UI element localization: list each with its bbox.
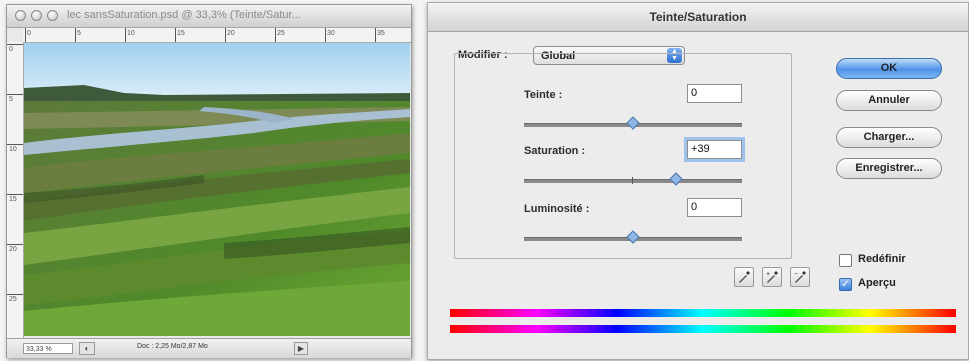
ruler-tick: 25 [275, 28, 285, 42]
lightness-label: Luminosité : [524, 203, 590, 215]
ruler-tick: 20 [225, 28, 235, 42]
lightness-slider[interactable] [524, 230, 742, 244]
lightness-slider-thumb[interactable] [626, 230, 640, 244]
close-window-button[interactable] [15, 10, 26, 21]
ruler-vertical[interactable]: 0 5 10 15 20 25 [7, 42, 24, 338]
ruler-tick: 10 [7, 144, 23, 153]
saturation-slider-thumb[interactable] [668, 172, 683, 186]
colorize-label: Redéfinir [858, 253, 906, 265]
lightness-input[interactable]: 0 [687, 198, 742, 217]
dialog-title: Teinte/Saturation [649, 10, 747, 24]
image-canvas[interactable] [24, 43, 410, 336]
document-window: lec sansSaturation.psd @ 33,3% (Teinte/S… [6, 4, 412, 358]
hue-saturation-dialog: Teinte/Saturation Modifier : Global ▲ ▼ T… [427, 2, 969, 360]
hue-slider[interactable] [524, 116, 742, 130]
eyedropper-icon[interactable] [734, 267, 754, 287]
preview-checkbox[interactable]: ✓ [839, 278, 852, 291]
dialog-titlebar[interactable]: Teinte/Saturation [428, 3, 968, 32]
ruler-tick: 5 [7, 94, 23, 103]
ruler-tick: 15 [7, 194, 23, 203]
svg-text:−: − [794, 271, 798, 278]
output-color-spectrum [450, 325, 956, 333]
slider-center-tick [632, 177, 633, 184]
status-menu-icon[interactable]: ◐ [79, 342, 95, 355]
ruler-horizontal[interactable]: 0 5 10 15 20 25 30 35 [23, 28, 411, 43]
saturation-label: Saturation : [524, 145, 586, 157]
zoom-window-button[interactable] [47, 10, 58, 21]
hue-slider-thumb[interactable] [626, 116, 640, 130]
ruler-tick: 10 [125, 28, 135, 42]
ruler-tick: 30 [325, 28, 335, 42]
saturation-slider[interactable] [524, 172, 742, 186]
ruler-tick: 15 [175, 28, 185, 42]
ruler-tick: 20 [7, 244, 23, 253]
save-button[interactable]: Enregistrer... [836, 158, 942, 179]
document-status-bar: 33,33 % ◐ Doc : 2,25 Mo/2,87 Mo ▶ [7, 338, 411, 358]
zoom-field[interactable]: 33,33 % [23, 343, 73, 354]
ruler-tick: 35 [375, 28, 385, 42]
cancel-button[interactable]: Annuler [836, 90, 942, 111]
minimize-window-button[interactable] [31, 10, 42, 21]
document-size-info: Doc : 2,25 Mo/2,87 Mo [137, 343, 208, 350]
ruler-tick: 5 [75, 28, 81, 42]
hue-label: Teinte : [524, 89, 563, 101]
hue-input[interactable]: 0 [687, 84, 742, 103]
landscape-photo [24, 43, 410, 336]
document-titlebar[interactable]: lec sansSaturation.psd @ 33,3% (Teinte/S… [7, 5, 411, 28]
input-color-spectrum [450, 309, 956, 317]
ok-button[interactable]: OK [836, 58, 942, 79]
eyedropper-minus-icon[interactable]: − [790, 267, 810, 287]
preview-label: Aperçu [858, 277, 896, 289]
load-button[interactable]: Charger... [836, 127, 942, 148]
ruler-tick: 0 [7, 44, 23, 53]
svg-text:+: + [766, 271, 770, 278]
ruler-tick: 25 [7, 294, 23, 303]
saturation-input[interactable]: +39 [687, 140, 742, 159]
status-arrow-icon[interactable]: ▶ [294, 342, 308, 355]
ruler-tick: 0 [25, 28, 31, 42]
document-title: lec sansSaturation.psd @ 33,3% (Teinte/S… [67, 9, 301, 21]
colorize-checkbox[interactable] [839, 254, 852, 267]
eyedropper-plus-icon[interactable]: + [762, 267, 782, 287]
